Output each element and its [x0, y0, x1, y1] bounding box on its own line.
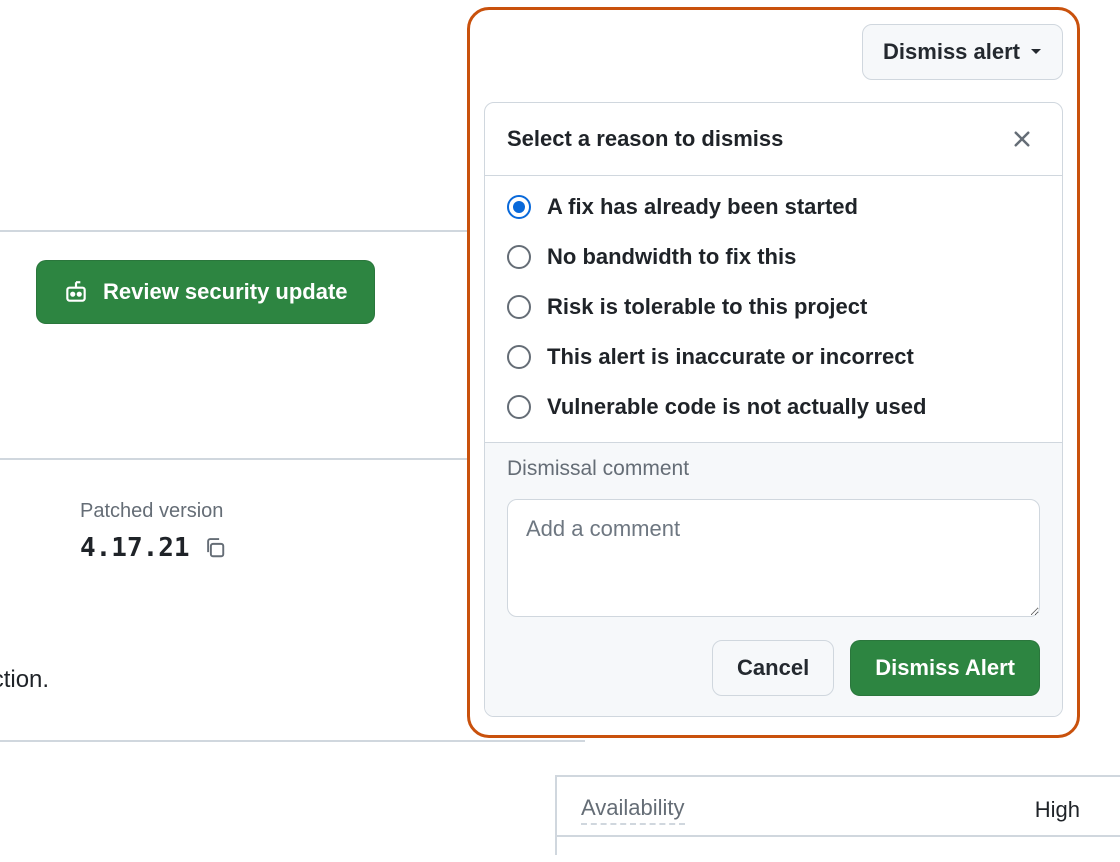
- caret-down-icon: [1030, 48, 1042, 56]
- review-security-update-button[interactable]: Review security update: [36, 260, 375, 324]
- dismiss-reason-label: Vulnerable code is not actually used: [547, 394, 926, 420]
- dismiss-reason-label: A fix has already been started: [547, 194, 858, 220]
- dismissal-comment-input[interactable]: [507, 499, 1040, 617]
- dismiss-alert-dropdown-label: Dismiss alert: [883, 39, 1020, 65]
- close-icon: [1012, 129, 1032, 149]
- dismiss-alert-panel: Dismiss alert Select a reason to dismiss…: [467, 7, 1080, 738]
- dismiss-reason-label: No bandwidth to fix this: [547, 244, 796, 270]
- radio-icon: [507, 345, 531, 369]
- dismiss-alert-submit-button[interactable]: Dismiss Alert: [850, 640, 1040, 696]
- detail-key-availability: Availability: [581, 795, 685, 825]
- popup-title: Select a reason to dismiss: [507, 126, 783, 152]
- dismiss-reason-popup: Select a reason to dismiss A fix has alr…: [484, 102, 1063, 717]
- detail-row: Availability High: [557, 777, 1120, 837]
- review-button-label: Review security update: [103, 279, 348, 305]
- patched-version-label: Patched version: [80, 500, 226, 523]
- patched-version-value: 4.17.21: [80, 533, 190, 563]
- dependabot-icon: [63, 279, 89, 305]
- dismiss-reason-option[interactable]: A fix has already been started: [507, 194, 1040, 220]
- close-button[interactable]: [1004, 121, 1040, 157]
- description-text-fragment: unction.: [0, 666, 49, 694]
- detail-value-availability: High: [1035, 797, 1080, 823]
- dismiss-alert-dropdown-button[interactable]: Dismiss alert: [862, 24, 1063, 80]
- dismiss-reason-option[interactable]: Risk is tolerable to this project: [507, 294, 1040, 320]
- radio-icon: [507, 245, 531, 269]
- copy-icon[interactable]: [204, 537, 226, 559]
- divider: [0, 740, 585, 742]
- dismiss-reason-option[interactable]: No bandwidth to fix this: [507, 244, 1040, 270]
- radio-icon: [507, 195, 531, 219]
- dismiss-reason-label: This alert is inaccurate or incorrect: [547, 344, 914, 370]
- patched-version-block: Patched version 4.17.21: [80, 500, 226, 563]
- dismiss-reason-option[interactable]: Vulnerable code is not actually used: [507, 394, 1040, 420]
- dismissal-comment-label: Dismissal comment: [485, 443, 1062, 487]
- radio-icon: [507, 295, 531, 319]
- cancel-button[interactable]: Cancel: [712, 640, 834, 696]
- dismiss-reason-label: Risk is tolerable to this project: [547, 294, 867, 320]
- dismiss-reason-option[interactable]: This alert is inaccurate or incorrect: [507, 344, 1040, 370]
- radio-icon: [507, 395, 531, 419]
